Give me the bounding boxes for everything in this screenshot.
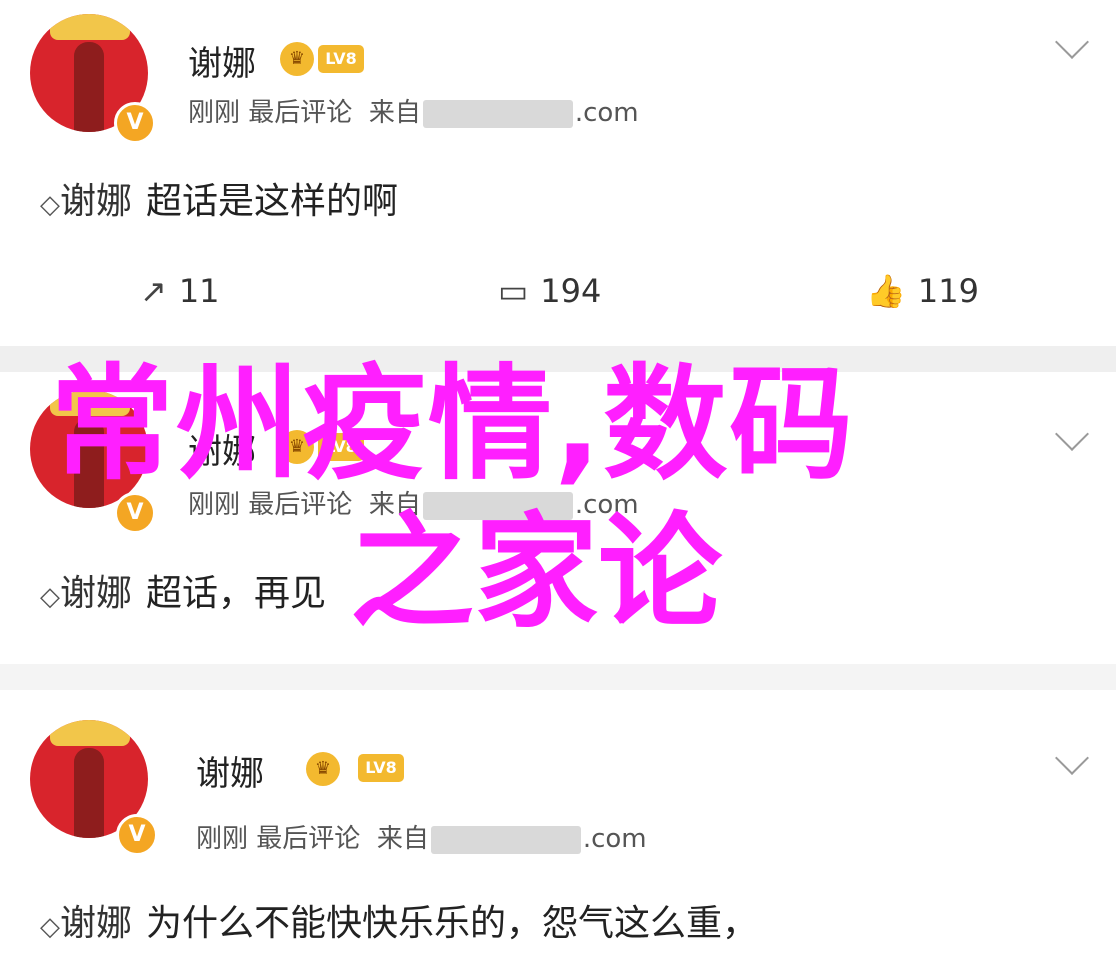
crown-icon: ♛ — [280, 430, 314, 464]
avatar-figure — [74, 418, 104, 508]
source-prefix: 来自 — [368, 98, 421, 128]
avatar-crown-decoration — [50, 720, 130, 746]
thumbs-up-icon: 👍 — [866, 272, 906, 310]
share-count: 11 — [178, 272, 220, 310]
avatar-crown-decoration — [50, 14, 130, 40]
comment-icon: ▭ — [498, 272, 529, 310]
card-separator — [0, 664, 1116, 690]
super-topic-icon: ◇ — [40, 190, 60, 220]
post-card-1: V 谢娜 ♛ LV8 刚刚 最后评论 来自 .com ◇谢娜 超话是这样的啊 ↗ 11… — [0, 0, 1116, 346]
share-icon: ↗ — [140, 272, 167, 310]
comment-text: ◇谢娜 为什么不能快快乐乐的，怨气这么重， — [40, 894, 758, 946]
reply-to-name[interactable]: 谢娜 — [60, 181, 132, 222]
blurred-source — [422, 99, 573, 128]
verified-badge-icon: V — [114, 492, 156, 534]
username[interactable]: 谢娜 — [196, 746, 264, 795]
post-meta-action: 最后评论 — [248, 98, 353, 128]
username[interactable]: 谢娜 — [188, 36, 256, 85]
comment-body: 为什么不能快快乐乐的，怨气这么重， — [146, 903, 759, 944]
reply-to-name[interactable]: 谢娜 — [60, 573, 132, 614]
post-time: 刚刚 — [188, 490, 241, 520]
chevron-down-icon[interactable] — [1055, 741, 1089, 775]
verified-badge-icon: V — [114, 102, 156, 144]
avatar-figure — [74, 42, 104, 132]
source-suffix: .com — [574, 98, 639, 128]
share-button[interactable]: ↗ 11 — [140, 272, 220, 310]
comment-body: 超话是这样的啊 — [146, 181, 399, 222]
avatar-figure — [74, 748, 104, 838]
level-badge: LV8 — [318, 45, 364, 73]
comment-button[interactable]: ▭ 194 — [498, 272, 601, 310]
post-card-2: V 谢娜 ♛ LV8 刚刚 最后评论 来自 .com ◇谢娜 超话，再见 — [0, 372, 1116, 664]
post-meta: 刚刚 最后评论 来自 .com — [188, 92, 639, 129]
post-meta: 刚刚 最后评论 来自 .com — [188, 484, 639, 521]
blurred-source — [422, 491, 573, 520]
card-separator — [0, 346, 1116, 372]
level-badge: LV8 — [318, 433, 364, 461]
source-prefix: 来自 — [368, 490, 421, 520]
level-badge: LV8 — [358, 754, 404, 782]
blurred-source — [430, 825, 581, 854]
comment-text: ◇谢娜 超话是这样的啊 — [40, 172, 398, 224]
like-count: 119 — [917, 272, 979, 310]
verified-badge-icon: V — [116, 814, 158, 856]
comment-text: ◇谢娜 超话，再见 — [40, 564, 326, 616]
post-card-3: V 谢娜 ♛ LV8 刚刚 最后评论 来自 .com ◇谢娜 为什么不能快快乐乐的，… — [0, 690, 1116, 966]
post-time: 刚刚 — [188, 98, 241, 128]
comment-body: 超话，再见 — [146, 573, 327, 614]
post-meta-action: 最后评论 — [248, 490, 353, 520]
avatar-crown-decoration — [50, 390, 130, 416]
post-time: 刚刚 — [196, 824, 249, 854]
chevron-down-icon[interactable] — [1055, 417, 1089, 451]
crown-icon: ♛ — [280, 42, 314, 76]
source-suffix: .com — [582, 824, 647, 854]
chevron-down-icon[interactable] — [1055, 25, 1089, 59]
post-meta-action: 最后评论 — [256, 824, 361, 854]
like-button[interactable]: 👍 119 — [866, 272, 979, 310]
post-meta: 刚刚 最后评论 来自 .com — [196, 818, 647, 855]
source-prefix: 来自 — [376, 824, 429, 854]
source-suffix: .com — [574, 490, 639, 520]
crown-icon: ♛ — [306, 752, 340, 786]
super-topic-icon: ◇ — [40, 912, 60, 942]
comment-count: 194 — [540, 272, 602, 310]
avatar[interactable] — [30, 390, 148, 508]
reply-to-name[interactable]: 谢娜 — [60, 903, 132, 944]
super-topic-icon: ◇ — [40, 582, 60, 612]
username[interactable]: 谢娜 — [188, 424, 256, 473]
